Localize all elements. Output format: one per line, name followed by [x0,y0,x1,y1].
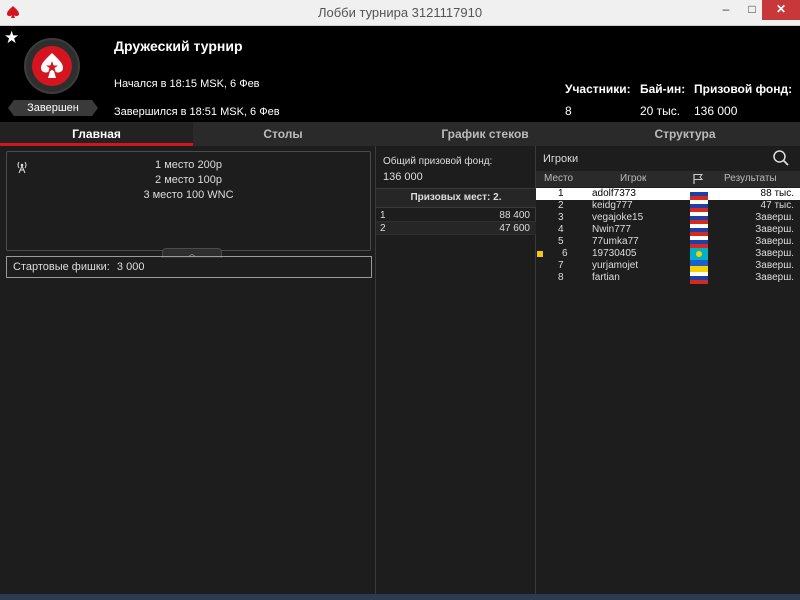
lobby-tabs: Главная Столы График стеков Структура [0,122,800,146]
player-name: adolf7373 [592,188,636,199]
starting-chips-field: Стартовые фишки: 3 000 [6,256,372,278]
prize-pool-label: Призовой фонд: [694,82,793,96]
prize-description-box: 1 место 200р 2 место 100р 3 место 100 WN… [6,151,371,258]
player-name: vegajoke15 [592,212,644,223]
player-result: Заверш. [755,224,794,235]
payout-amount: 88 400 [499,210,530,221]
player-result: 47 тыс. [760,200,794,211]
flag-column-icon[interactable] [692,173,704,185]
status-badge: Завершен [8,100,98,116]
prize-line-1: 1 место 200р [155,159,222,171]
close-button[interactable]: ✕ [762,0,800,20]
payout-amount: 47 600 [499,223,530,234]
player-row[interactable]: 2 keidg777 47 тыс. [536,200,800,212]
player-row[interactable]: 6 19730405 Заверш. [536,248,800,260]
players-title: Игроки [543,153,579,165]
player-place: 1 [558,188,564,199]
tournament-name: Дружеский турнир [114,38,243,54]
player-name: Nwin777 [592,224,631,235]
prize-pool-value: 136 000 [694,104,738,118]
start-time: Начался в 18:15 MSK, 6 Фев [114,78,260,90]
players-panel: Игроки Место Игрок Результаты 1 adolf7373… [536,146,800,600]
player-place: 5 [558,236,564,247]
spade-star-icon [41,53,63,78]
country-flag-ru-icon [690,200,708,212]
total-prize-pool-value: 136 000 [383,171,423,183]
payout-row: 2 47 600 [376,222,536,235]
payout-place: 1 [380,210,386,221]
window-title: Лобби турнира 3121117910 [317,5,483,20]
minimize-button[interactable]: – [712,0,740,20]
payout-row: 1 88 400 [376,209,536,222]
payout-place: 2 [380,223,386,234]
country-flag-kz-icon [690,248,708,260]
flag-sun-icon [696,251,702,257]
player-row[interactable]: 1 adolf7373 88 тыс. [536,188,800,200]
title-bar: Лобби турнира 3121117910 – □ ✕ [0,0,800,26]
player-place: 4 [558,224,564,235]
player-row[interactable]: 3 vegajoke15 Заверш. [536,212,800,224]
country-flag-ua-icon [690,260,708,272]
entrants-value: 8 [565,104,572,118]
prize-line-3: 3 место 100 WNC [143,189,234,201]
entrants-label: Участники: [565,82,631,96]
player-result: Заверш. [755,248,794,259]
country-flag-ru-icon [690,224,708,236]
favorite-star-icon[interactable]: ★ [4,28,19,48]
tab-tables[interactable]: Столы [193,122,373,146]
country-flag-ru-icon [690,188,708,200]
main-info-panel: 1 место 200р 2 место 100р 3 место 100 WN… [0,146,376,600]
highlight-marker-icon [537,251,543,257]
player-place: 8 [558,272,564,283]
player-place: 7 [558,260,564,271]
player-name: 77umka77 [592,236,639,247]
player-place: 6 [562,248,568,259]
starting-chips-value: 3 000 [116,261,145,273]
tournament-logo [24,38,80,94]
player-result: Заверш. [755,272,794,283]
taskbar [0,594,800,600]
tournament-lobby-window: Лобби турнира 3121117910 – □ ✕ ★ Заверше… [0,0,800,600]
country-flag-ru-icon [690,212,708,224]
payout-panel: Общий призовой фонд: 136 000 Призовых ме… [376,146,536,600]
tab-stack-chart[interactable]: График стеков [390,122,580,146]
player-result: 88 тыс. [760,188,794,199]
paid-places-header: Призовых мест: 2. [376,188,536,208]
player-row[interactable]: 5 77umka77 Заверш. [536,236,800,248]
player-result: Заверш. [755,236,794,247]
search-icon[interactable] [772,149,790,167]
tab-main[interactable]: Главная [0,122,193,146]
player-place: 3 [558,212,564,223]
player-result: Заверш. [755,212,794,223]
buyin-value: 20 тыс. [640,104,681,118]
country-flag-ru-icon [690,236,708,248]
player-result: Заверш. [755,260,794,271]
player-name: yurjamojet [592,260,639,271]
player-row[interactable]: 8 fartian Заверш. [536,272,800,284]
column-results[interactable]: Результаты [724,171,777,187]
player-name: fartian [592,272,620,283]
country-flag-ru-icon [690,272,708,284]
player-name: keidg777 [592,200,633,211]
player-place: 2 [558,200,564,211]
column-place[interactable]: Место [544,171,573,187]
starting-chips-label: Стартовые фишки: [13,261,110,273]
tournament-header: ★ Завершен Дружеский турнир Начался в 18… [0,26,800,122]
player-name: 19730405 [592,248,637,259]
end-time: Завершился в 18:51 MSK, 6 Фев [114,106,280,118]
players-table-header: Место Игрок Результаты [536,171,800,187]
column-player[interactable]: Игрок [620,171,646,187]
buyin-label: Бай-ин: [640,82,686,96]
tab-structure[interactable]: Структура [590,122,780,146]
player-row[interactable]: 4 Nwin777 Заверш. [536,224,800,236]
prize-line-2: 2 место 100р [155,174,222,186]
player-row[interactable]: 7 yurjamojet Заверш. [536,260,800,272]
total-prize-pool-label: Общий призовой фонд: [383,156,493,167]
